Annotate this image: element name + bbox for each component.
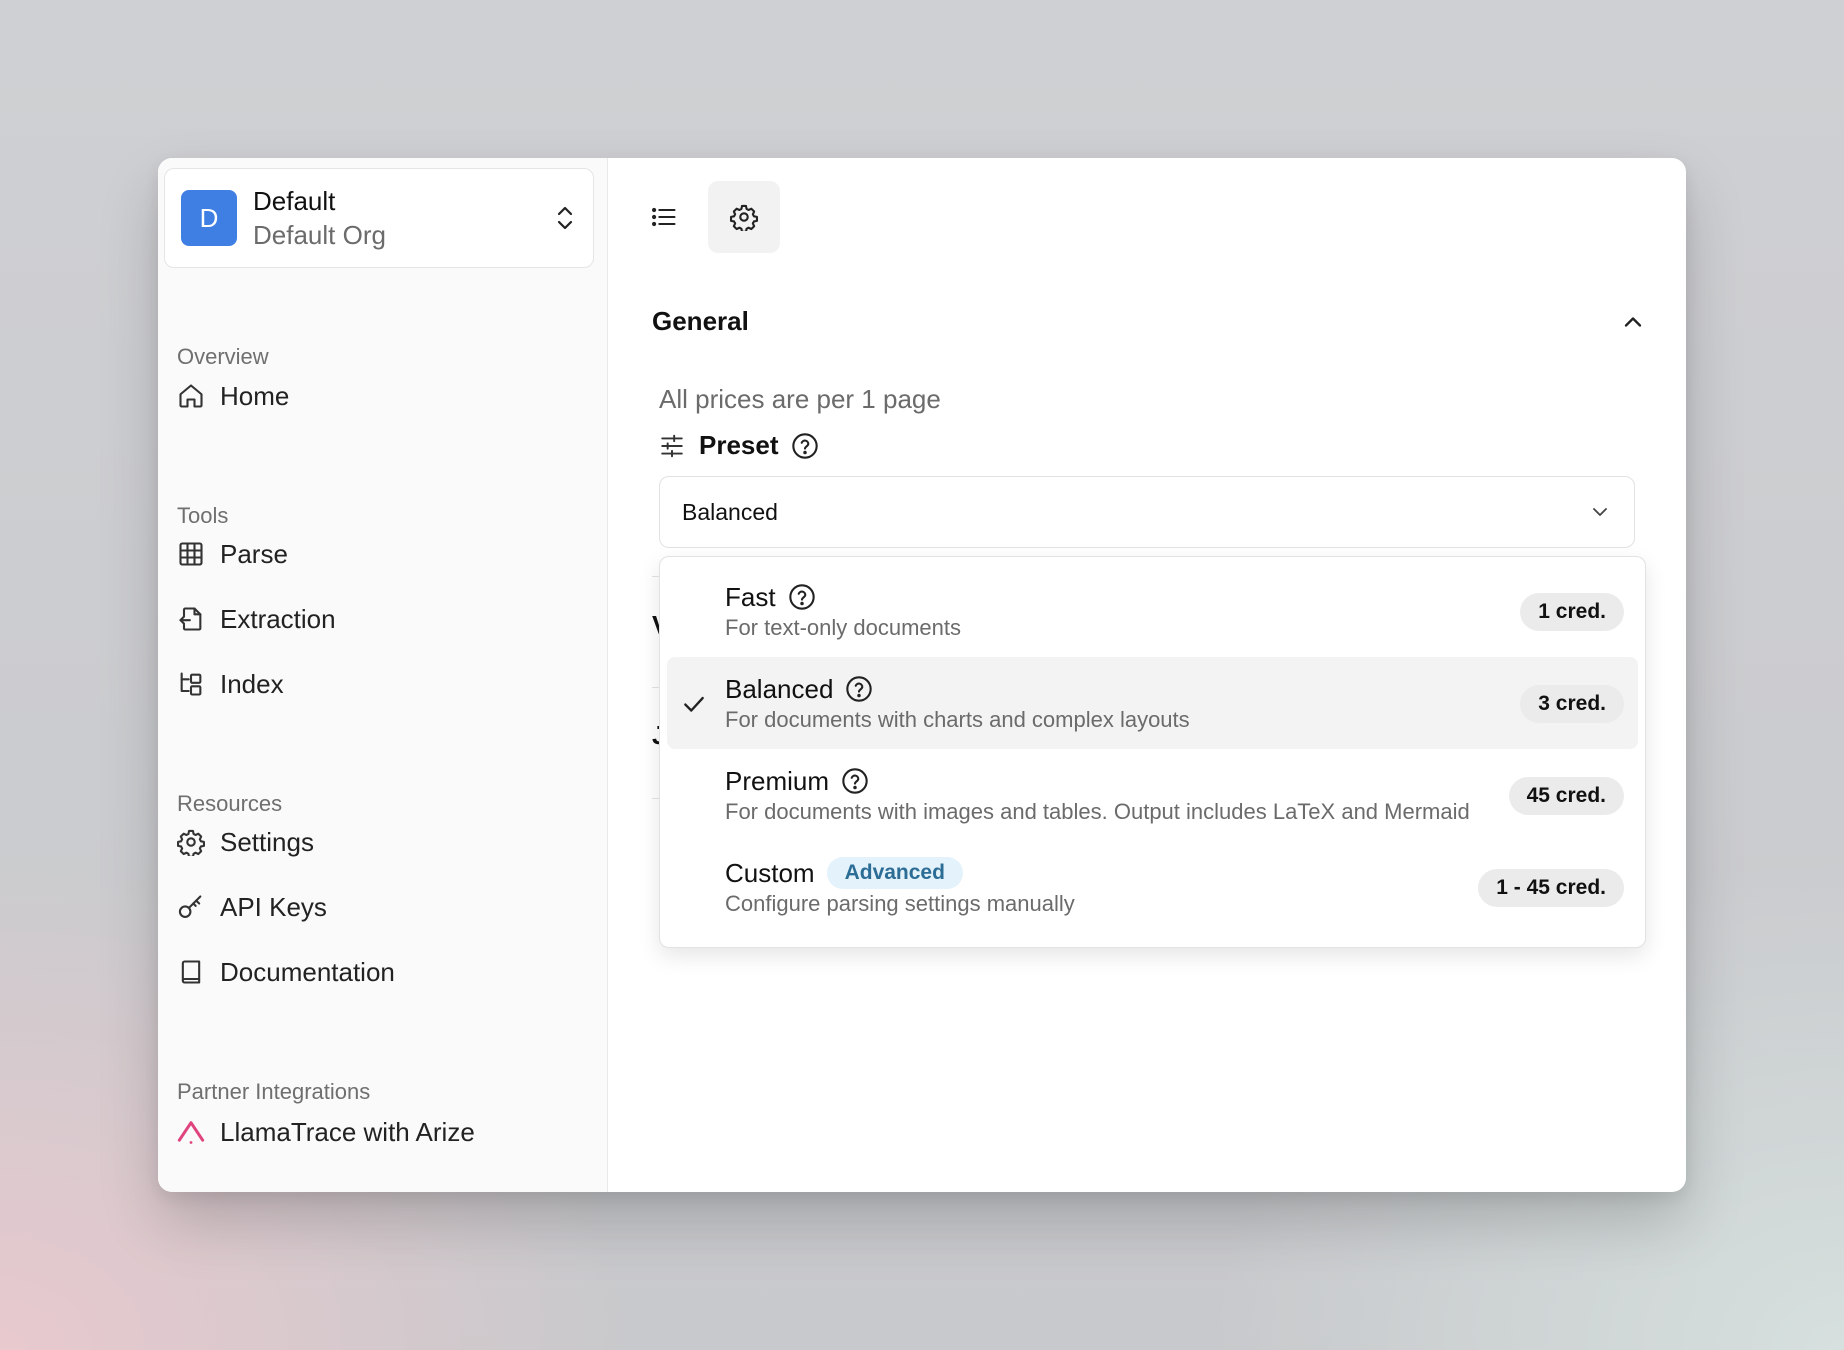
credit-badge: 45 cred. <box>1508 777 1624 815</box>
home-icon <box>177 382 205 410</box>
chevron-down-icon <box>1593 508 1607 516</box>
nav-item-label: Index <box>220 668 284 699</box>
help-circle-icon[interactable] <box>791 432 819 460</box>
option-title: Custom <box>725 857 815 888</box>
credit-badge: 1 cred. <box>1520 593 1624 631</box>
nav-item-api-keys[interactable]: API Keys <box>177 889 327 925</box>
credit-badge: 1 - 45 cred. <box>1478 869 1624 907</box>
sliders-icon <box>661 434 683 457</box>
table-icon <box>177 540 205 568</box>
gear-icon <box>730 204 758 231</box>
book-icon <box>177 958 205 986</box>
list-icon <box>651 207 676 227</box>
org-name: Default <box>253 186 336 216</box>
section-label-tools: Tools <box>177 503 229 528</box>
key-icon <box>177 893 205 921</box>
option-title: Fast <box>725 581 776 612</box>
app-window: D Default Default Org Overview Home Tool… <box>158 158 1686 1192</box>
nav-item-documentation[interactable]: Documentation <box>177 954 395 990</box>
preset-option-fast[interactable]: Fast For text-only documents 1 cred. <box>667 565 1638 657</box>
help-circle-icon[interactable] <box>841 767 869 795</box>
chevron-up-down-icon <box>557 206 573 230</box>
preset-label: Preset <box>699 430 779 460</box>
option-description: For documents with images and tables. Ou… <box>725 799 1470 824</box>
preset-option-balanced[interactable]: Balanced For documents with charts and c… <box>667 657 1638 749</box>
nav-item-label: Documentation <box>220 956 395 987</box>
preset-select[interactable]: Balanced <box>659 476 1635 548</box>
help-circle-icon[interactable] <box>788 583 816 611</box>
gear-icon <box>177 828 205 856</box>
nav-item-extraction[interactable]: Extraction <box>177 601 336 637</box>
nav-item-label: Settings <box>220 826 314 857</box>
nav-item-label: Home <box>220 380 290 411</box>
file-export-icon <box>177 605 205 633</box>
nav-item-llamatrace[interactable]: LlamaTrace with Arize <box>177 1114 475 1150</box>
nav-item-home[interactable]: Home <box>177 378 289 414</box>
preset-label-row: Preset <box>659 430 819 461</box>
nav-item-index[interactable]: Index <box>177 666 284 702</box>
help-circle-icon[interactable] <box>845 675 873 703</box>
check-icon <box>684 696 704 712</box>
arize-logo-icon <box>177 1118 205 1146</box>
org-avatar: D <box>181 190 237 246</box>
price-note: All prices are per 1 page <box>659 384 941 414</box>
nav-item-label: LlamaTrace with Arize <box>220 1116 475 1147</box>
option-description: For documents with charts and complex la… <box>725 707 1190 732</box>
nav-item-label: API Keys <box>220 891 327 922</box>
tree-icon <box>177 670 205 698</box>
preset-select-value: Balanced <box>682 498 778 525</box>
nav-item-label: Parse <box>220 538 288 569</box>
nav-item-label: Extraction <box>220 603 336 634</box>
section-title-general[interactable]: General <box>652 306 749 337</box>
main-panel: General All prices are per 1 page Preset… <box>608 158 1686 1192</box>
option-title: Balanced <box>725 673 834 704</box>
settings-view-button[interactable] <box>708 181 780 253</box>
preset-dropdown-menu: Fast For text-only documents 1 cred. Bal… <box>659 556 1646 948</box>
sidebar: D Default Default Org Overview Home Tool… <box>158 158 608 1192</box>
nav-item-settings[interactable]: Settings <box>177 824 314 860</box>
advanced-badge: Advanced <box>826 857 963 889</box>
section-label-overview: Overview <box>177 344 269 369</box>
org-subtitle: Default Org <box>253 220 386 250</box>
preset-option-custom[interactable]: Custom Advanced Configure parsing settin… <box>667 841 1638 933</box>
option-description: For text-only documents <box>725 615 961 640</box>
credit-badge: 3 cred. <box>1520 685 1624 723</box>
org-switcher[interactable]: D Default Default Org <box>164 168 594 268</box>
chevron-up-icon[interactable] <box>1619 308 1647 336</box>
section-label-partner-integrations: Partner Integrations <box>177 1079 371 1104</box>
option-title: Premium <box>725 765 830 796</box>
preset-option-premium[interactable]: Premium For documents with images and ta… <box>667 749 1638 841</box>
list-view-button[interactable] <box>628 181 700 253</box>
nav-item-parse[interactable]: Parse <box>177 536 288 572</box>
section-label-resources: Resources <box>177 791 283 816</box>
